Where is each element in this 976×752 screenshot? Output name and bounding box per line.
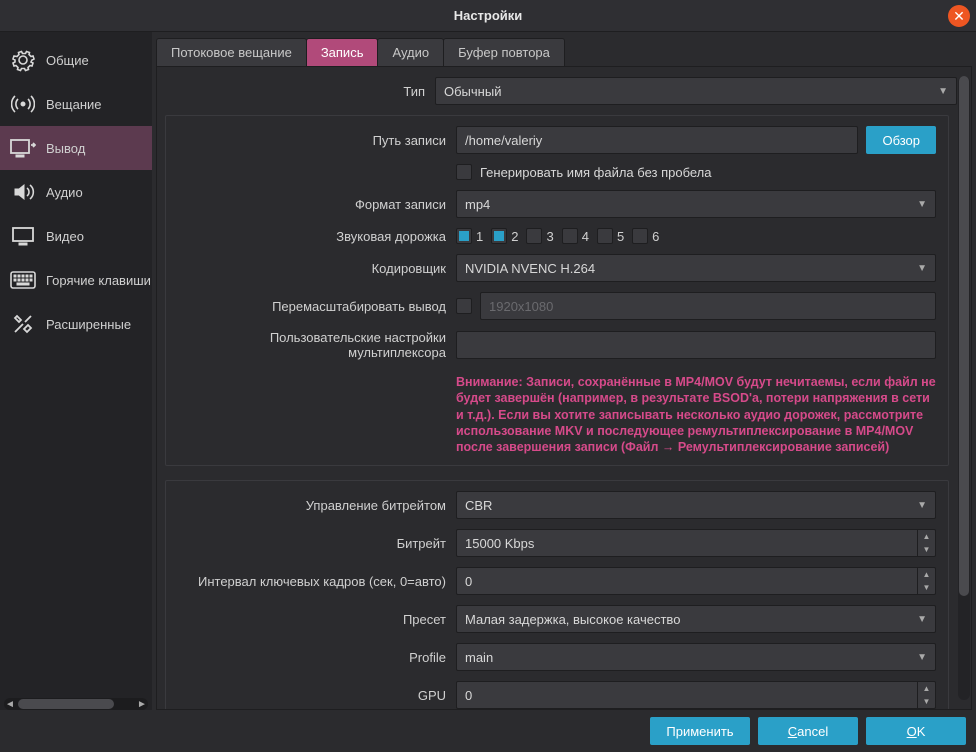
tab-audio[interactable]: Аудио [377, 38, 444, 66]
keyboard-icon [10, 267, 36, 293]
encoder-select[interactable]: NVIDIA NVENC H.264 ▼ [456, 254, 936, 282]
apply-button[interactable]: Применить [650, 717, 750, 745]
chevron-down-icon: ▼ [917, 263, 927, 274]
scroll-left-icon: ◄ [4, 698, 16, 710]
ok-button[interactable]: OK [866, 717, 966, 745]
rescale-checkbox[interactable] [456, 298, 472, 314]
chevron-down-icon: ▼ [938, 86, 948, 97]
label-keyint: Интервал ключевых кадров (сек, 0=авто) [178, 574, 456, 589]
chevron-down-icon: ▼ [917, 614, 927, 625]
generate-name-checkbox[interactable]: Генерировать имя файла без пробела [456, 164, 712, 180]
checkbox-label: Генерировать имя файла без пробела [480, 165, 712, 180]
monitor-icon [10, 223, 36, 249]
label-preset: Пресет [178, 612, 456, 627]
spin-up-icon[interactable]: ▲ [918, 530, 935, 543]
sidebar-item-streaming[interactable]: Вещание [0, 82, 152, 126]
format-select[interactable]: mp4 ▼ [456, 190, 936, 218]
spin-down-icon[interactable]: ▼ [918, 581, 935, 594]
close-button[interactable]: ✕ [948, 5, 970, 27]
label-encoder: Кодировщик [178, 261, 456, 276]
scroll-thumb[interactable] [959, 76, 969, 596]
track-6-checkbox[interactable] [632, 228, 648, 244]
label-rescale: Перемасштабировать вывод [178, 299, 456, 314]
gpu-spinner[interactable]: 0 ▲▼ [456, 681, 936, 709]
spin-up-icon[interactable]: ▲ [918, 682, 935, 695]
chevron-down-icon: ▼ [917, 199, 927, 210]
sidebar-item-general[interactable]: Общие [0, 38, 152, 82]
rate-control-select[interactable]: CBR ▼ [456, 491, 936, 519]
profile-select[interactable]: main ▼ [456, 643, 936, 671]
tools-icon [10, 311, 36, 337]
label-path: Путь записи [178, 133, 456, 148]
sidebar-item-label: Вывод [46, 141, 85, 156]
spin-down-icon[interactable]: ▼ [918, 543, 935, 556]
recording-path-input[interactable]: /home/valeriy [456, 126, 858, 154]
track-1-checkbox[interactable] [456, 228, 472, 244]
mux-settings-input[interactable] [456, 331, 936, 359]
track-4-checkbox[interactable] [562, 228, 578, 244]
spin-down-icon[interactable]: ▼ [918, 695, 935, 708]
browse-button[interactable]: Обзор [866, 126, 936, 154]
window-title: Настройки [454, 8, 523, 23]
chevron-down-icon: ▼ [917, 500, 927, 511]
gear-icon [10, 47, 36, 73]
dialog-footer: Применить Cancel OK [0, 710, 976, 752]
label-audio-track: Звуковая дорожка [178, 229, 456, 244]
sidebar-item-label: Расширенные [46, 317, 131, 332]
recording-group: Путь записи /home/valeriy Обзор Генериро… [165, 115, 949, 466]
tab-replay-buffer[interactable]: Буфер повтора [443, 38, 565, 66]
label-format: Формат записи [178, 197, 456, 212]
cancel-button[interactable]: Cancel [758, 717, 858, 745]
settings-panel: Тип Обычный ▼ Путь записи /home/valeriy [156, 66, 972, 710]
broadcast-icon [10, 91, 36, 117]
sidebar-item-label: Общие [46, 53, 89, 68]
track-3-checkbox[interactable] [526, 228, 542, 244]
sidebar-item-label: Вещание [46, 97, 102, 112]
sidebar-item-output[interactable]: Вывод [0, 126, 152, 170]
sidebar-item-hotkeys[interactable]: Горячие клавиши [0, 258, 152, 302]
preset-select[interactable]: Малая задержка, высокое качество ▼ [456, 605, 936, 633]
type-select[interactable]: Обычный ▼ [435, 77, 957, 105]
bitrate-spinner[interactable]: 15000 Kbps ▲▼ [456, 529, 936, 557]
label-bitrate: Битрейт [178, 536, 456, 551]
label-type: Тип [157, 84, 435, 99]
tabs: Потоковое вещание Запись Аудио Буфер пов… [152, 32, 976, 66]
panel-vscrollbar[interactable] [958, 76, 970, 700]
sidebar-hscrollbar[interactable]: ◄ ► [4, 698, 148, 710]
sidebar-item-video[interactable]: Видео [0, 214, 152, 258]
track-2-checkbox[interactable] [491, 228, 507, 244]
titlebar: Настройки ✕ [0, 0, 976, 32]
keyint-spinner[interactable]: 0 ▲▼ [456, 567, 936, 595]
sidebar-item-audio[interactable]: Аудио [0, 170, 152, 214]
sidebar-item-label: Горячие клавиши [46, 273, 151, 288]
sidebar-item-advanced[interactable]: Расширенные [0, 302, 152, 346]
checkbox-icon [456, 164, 472, 180]
output-icon [10, 135, 36, 161]
tab-streaming[interactable]: Потоковое вещание [156, 38, 307, 66]
scroll-thumb[interactable] [18, 699, 114, 709]
tab-recording[interactable]: Запись [306, 38, 379, 66]
label-profile: Profile [178, 650, 456, 665]
track-5-checkbox[interactable] [597, 228, 613, 244]
encoder-group: Управление битрейтом CBR ▼ Битрейт 15000… [165, 480, 949, 710]
label-gpu: GPU [178, 688, 456, 703]
mp4-warning: Внимание: Записи, сохранённые в MP4/MOV … [456, 370, 936, 455]
label-rate-control: Управление битрейтом [178, 498, 456, 513]
chevron-down-icon: ▼ [917, 652, 927, 663]
label-mux: Пользовательские настройки мультиплексор… [178, 330, 456, 360]
rescale-value: 1920x1080 [480, 292, 936, 320]
close-icon: ✕ [953, 8, 965, 25]
sidebar-item-label: Видео [46, 229, 84, 244]
sidebar-item-label: Аудио [46, 185, 83, 200]
scroll-right-icon: ► [136, 698, 148, 710]
spin-up-icon[interactable]: ▲ [918, 568, 935, 581]
sidebar: Общие Вещание Вывод Аудио Видео [0, 32, 152, 710]
speaker-icon [10, 179, 36, 205]
